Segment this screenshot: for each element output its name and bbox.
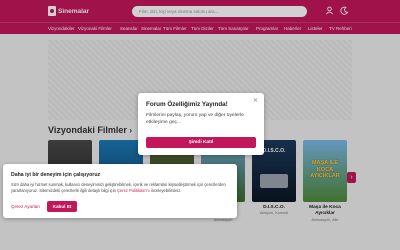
cookie-consent-panel: Daha iyi bir deneyim için çalışıyoruz Si…: [3, 164, 237, 218]
cookie-text: Sizn daha iyi hizmet sunmak, kullanıcı d…: [11, 182, 233, 193]
modal-title: Forum Özelliğimiz Yayında!: [146, 101, 228, 108]
forum-announcement-modal: ✕ Forum Özelliğimiz Yayında! Filmlerini …: [138, 93, 264, 155]
accept-cookies-button[interactable]: Kabul Et: [47, 201, 77, 212]
join-now-button[interactable]: Şimdi Katıl: [146, 137, 256, 148]
cookie-title: Daha iyi bir deneyim için çalışıyoruz: [11, 172, 101, 178]
cookie-policy-link[interactable]: Çerez Politikası'nı: [117, 188, 150, 193]
cookie-text-end: inceleyebilirsiniz.: [150, 187, 182, 193]
close-icon[interactable]: ✕: [253, 97, 258, 104]
modal-text: Filmlerini paylaş, yorum yap ve diğer üy…: [146, 113, 244, 125]
cookie-settings-link[interactable]: Çerez Ayarları: [11, 204, 40, 209]
